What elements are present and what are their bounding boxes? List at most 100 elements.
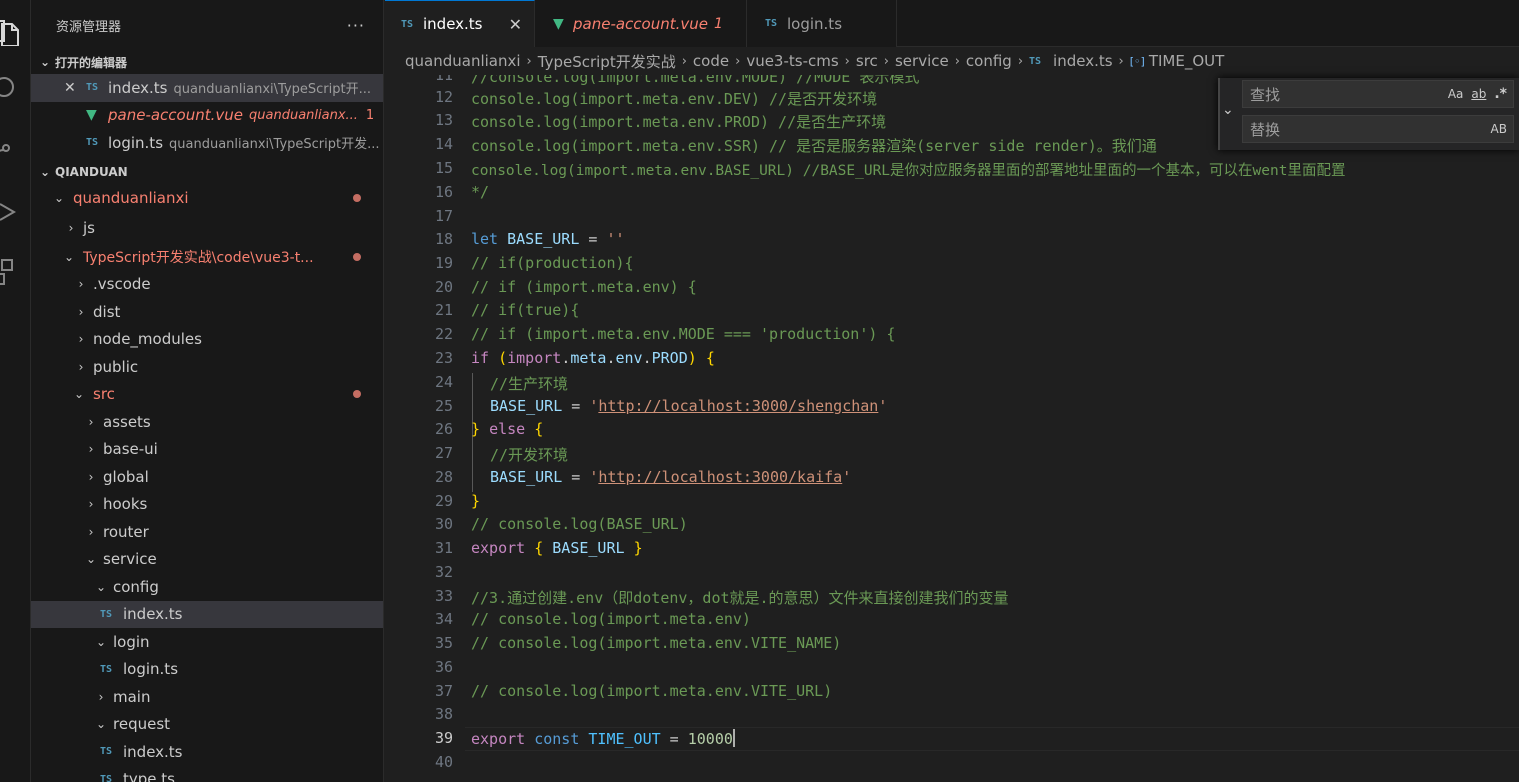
typescript-file-icon: TS — [100, 663, 113, 675]
breadcrumb-item[interactable]: code — [693, 52, 729, 70]
tree-folder[interactable]: › public — [31, 353, 383, 381]
tree-item-label: request — [113, 715, 171, 734]
extensions-icon[interactable] — [0, 250, 31, 294]
typescript-file-icon: TS — [86, 82, 99, 94]
url-link[interactable]: http://localhost:3000/shengchan — [598, 397, 878, 415]
chevron-down-icon: ⌄ — [73, 387, 85, 402]
typescript-file-icon: TS — [100, 608, 113, 620]
line-number: 30 — [434, 515, 453, 533]
chevron-right-icon: › — [1118, 53, 1124, 69]
workspace-section[interactable]: ⌄ QIANDUAN — [31, 159, 383, 185]
tree-item-label: main — [113, 687, 151, 706]
more-actions-icon[interactable]: ··· — [347, 16, 365, 35]
tree-item-label: config — [113, 577, 159, 596]
chevron-right-icon: › — [88, 414, 94, 429]
tree-folder-root[interactable]: ⌄ quanduanlianxi — [31, 185, 383, 213]
open-editor-item[interactable]: ▼ pane-account.vue quanduanlianx... 1 — [31, 102, 383, 130]
line-number: 11 — [434, 75, 453, 84]
line-number: 17 — [434, 207, 453, 225]
open-editor-item[interactable]: ✕ TS index.ts quanduanlianxi\TypeScript开… — [31, 74, 383, 102]
find-replace-widget: ⌄ 查找 Aa ab .* 替换 AB — [1218, 78, 1519, 150]
chevron-down-icon[interactable]: ⌄ — [1222, 102, 1238, 118]
tree-folder[interactable]: › base-ui — [31, 436, 383, 464]
line-number: 22 — [434, 325, 453, 343]
regex-icon[interactable]: .* — [1494, 86, 1507, 102]
url-link[interactable]: http://localhost:3000/kaifa — [598, 468, 842, 486]
tree-folder[interactable]: ⌄ config — [31, 573, 383, 601]
tree-item-label: hooks — [103, 495, 148, 514]
search-icon[interactable] — [0, 66, 31, 110]
line-number: 38 — [434, 705, 453, 723]
tree-file[interactable]: TS index.ts — [31, 738, 383, 766]
typescript-file-icon: TS — [765, 18, 778, 29]
line-number: 34 — [434, 610, 453, 628]
replace-input[interactable]: 替换 AB — [1242, 115, 1514, 143]
breadcrumb-item[interactable]: quanduanlianxi — [405, 52, 521, 70]
tree-file-selected[interactable]: TS index.ts — [31, 600, 383, 628]
line-number: 19 — [434, 254, 453, 272]
explorer-icon[interactable] — [0, 10, 31, 54]
breadcrumb-item[interactable]: index.ts — [1053, 52, 1113, 70]
tree-folder[interactable]: › router — [31, 518, 383, 546]
tab-login-ts[interactable]: TS login.ts — [747, 0, 897, 47]
source-control-icon[interactable] — [0, 128, 31, 172]
code-line: // console.log(import.meta.env) — [471, 610, 751, 628]
line-number: 14 — [434, 135, 453, 153]
tree-folder[interactable]: ⌄ request — [31, 711, 383, 739]
modified-dot — [353, 390, 361, 399]
run-debug-icon[interactable] — [0, 190, 31, 234]
tree-folder[interactable]: › main — [31, 683, 383, 711]
match-whole-word-icon[interactable]: ab — [1471, 87, 1486, 101]
tab-index-ts[interactable]: TS index.ts ✕ — [385, 0, 535, 47]
preserve-case-icon[interactable]: AB — [1491, 122, 1507, 136]
code-line: console.log(import.meta.env.PROD) //是否生产… — [471, 113, 887, 131]
find-input[interactable]: 查找 Aa ab .* — [1242, 80, 1514, 108]
code-line: export { BASE_URL } — [471, 539, 643, 557]
tree-folder[interactable]: › dist — [31, 298, 383, 326]
string: '' — [606, 230, 625, 248]
breadcrumb-item[interactable]: config — [966, 52, 1012, 70]
open-editors-section[interactable]: ⌄ 打开的编辑器 — [31, 50, 383, 74]
tree-folder[interactable]: › js — [31, 212, 383, 243]
tab-label: login.ts — [787, 14, 843, 33]
open-editor-name: login.ts — [108, 133, 164, 152]
tree-item-label: router — [103, 522, 149, 541]
keyword: import — [507, 349, 562, 367]
code-line: // console.log(import.meta.env.VITE_NAME… — [471, 634, 842, 652]
tree-folder[interactable]: ⌄ src — [31, 381, 383, 409]
typescript-file-icon: TS — [1029, 55, 1042, 67]
tree-folder[interactable]: ⌄ login — [31, 628, 383, 656]
code-editor[interactable]: 11 //console.log(import.meta.env.MODE) /… — [385, 75, 1519, 782]
open-editor-path: quanduanlianxi\TypeScript开发... — [169, 137, 380, 153]
tree-file[interactable]: TS login.ts — [31, 656, 383, 684]
chevron-down-icon: ⌄ — [63, 249, 75, 264]
tree-folder[interactable]: › global — [31, 463, 383, 491]
code-line: //开发环境 — [490, 446, 569, 464]
open-editor-item[interactable]: TS login.ts quanduanlianxi\TypeScript开发.… — [31, 129, 383, 157]
tree-file[interactable]: TS type.ts — [31, 766, 383, 782]
tree-folder[interactable]: ⌄ TypeScript开发实战\code\vue3-t... — [31, 243, 383, 271]
open-editor-path: quanduanlianxi\TypeScript开... — [173, 82, 371, 98]
close-icon[interactable]: ✕ — [64, 80, 86, 96]
breadcrumb-item[interactable]: service — [895, 52, 949, 70]
breadcrumb-item[interactable]: src — [856, 52, 878, 70]
chevron-right-icon: › — [88, 469, 94, 484]
breadcrumb-item[interactable]: TypeScript开发实战 — [538, 51, 676, 72]
tree-folder[interactable]: ⌄ service — [31, 546, 383, 574]
chevron-down-icon: ⌄ — [85, 552, 97, 567]
breadcrumb-item[interactable]: vue3-ts-cms — [746, 52, 838, 70]
tree-folder[interactable]: › node_modules — [31, 326, 383, 354]
code-line: //3.通过创建.env（即dotenv，dot就是.的意思）文件来直接创建我们… — [471, 589, 1009, 607]
tab-pane-account-vue[interactable]: ▼ pane-account.vue 1 — [535, 0, 747, 47]
tree-folder[interactable]: › hooks — [31, 491, 383, 519]
chevron-right-icon: › — [88, 497, 94, 512]
chevron-right-icon: › — [1017, 53, 1024, 69]
line-number: 25 — [434, 397, 453, 415]
tree-item-label: quanduanlianxi — [73, 189, 189, 208]
tree-folder[interactable]: › .vscode — [31, 271, 383, 299]
breadcrumb-item[interactable]: TIME_OUT — [1149, 52, 1224, 70]
tab-label: pane-account.vue — [573, 14, 708, 33]
tree-folder[interactable]: › assets — [31, 408, 383, 436]
close-icon[interactable]: ✕ — [509, 15, 522, 34]
match-case-icon[interactable]: Aa — [1448, 87, 1464, 101]
